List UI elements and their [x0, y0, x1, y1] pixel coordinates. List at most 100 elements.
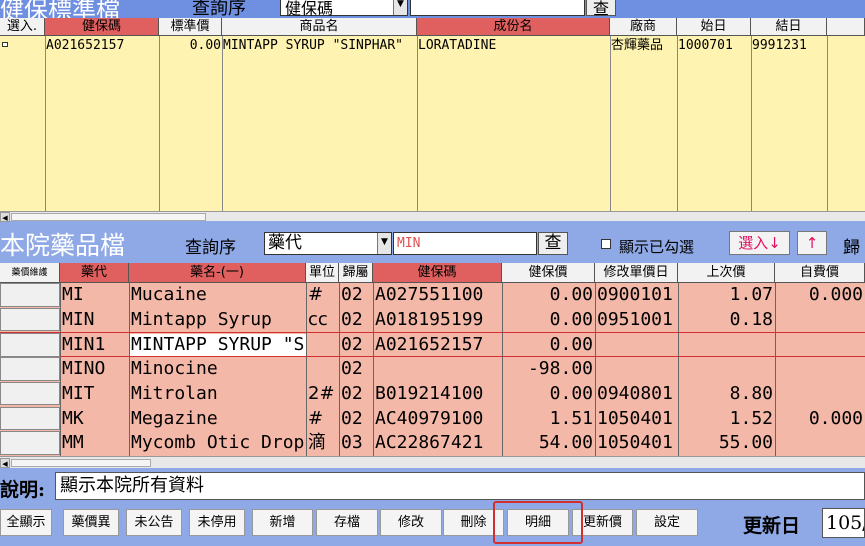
cell-end-date[interactable]: 9991231: [752, 37, 826, 55]
cell-nhi[interactable]: AC22867421: [374, 431, 502, 456]
col-self-price[interactable]: 自費價: [775, 263, 865, 283]
col-start-date[interactable]: 始日: [677, 18, 751, 36]
mid-query-input[interactable]: MIN: [393, 232, 537, 255]
cell-name[interactable]: Minocine: [130, 357, 306, 382]
cell-group[interactable]: 02: [340, 357, 373, 382]
chevron-down-icon[interactable]: ▼: [393, 0, 407, 15]
scroll-left-icon[interactable]: ◀: [0, 458, 10, 468]
top-query-select[interactable]: 健保碼 ▼: [280, 0, 408, 18]
cell-nhi-code[interactable]: A021652157: [46, 37, 158, 55]
cell-self[interactable]: 0.000: [776, 407, 865, 432]
cell-product-name[interactable]: MINTAPP SYRUP "SINPHAR": [223, 37, 416, 55]
cell-date[interactable]: [596, 357, 678, 382]
table-row[interactable]: MIN Mintapp Syrup cc 02 A018195199 0.00 095100…: [0, 307, 865, 333]
cell-code[interactable]: MM: [61, 431, 129, 456]
cell-date[interactable]: 1050401: [596, 407, 678, 432]
cell-unit[interactable]: 2#: [307, 382, 339, 407]
cell-last[interactable]: 55.00: [679, 431, 775, 456]
cell-name[interactable]: Megazine: [130, 407, 306, 432]
cell-self[interactable]: [776, 308, 865, 333]
cell-unit[interactable]: [307, 333, 339, 358]
cell-self[interactable]: 0.000: [776, 283, 865, 308]
table-row[interactable]: MI Mucaine #02 A027551100 0.00 0900101 1.07 0.0…: [0, 283, 865, 308]
add-button[interactable]: 新增: [252, 509, 313, 536]
cell-unit[interactable]: 滴: [307, 431, 339, 456]
cell-code[interactable]: MI: [61, 283, 129, 308]
col-nhi-code-2[interactable]: 健保碼: [373, 263, 502, 283]
table-row[interactable]: MINO Minocine 02 -98.00: [0, 357, 865, 382]
cell-last[interactable]: 1.07: [679, 283, 775, 308]
lower-horizontal-scrollbar[interactable]: ◀: [0, 456, 865, 468]
show-checked-checkbox[interactable]: [601, 239, 611, 249]
cell-self[interactable]: [776, 382, 865, 407]
col-product-name[interactable]: 商品名: [222, 18, 417, 36]
cell-last[interactable]: 1.52: [679, 407, 775, 432]
cell-name[interactable]: MINTAPP SYRUP "SI: [130, 334, 306, 357]
cell-price[interactable]: 1.51: [503, 407, 595, 432]
scroll-thumb[interactable]: [11, 213, 206, 221]
cell-vendor[interactable]: 杏輝藥品: [611, 37, 677, 55]
save-button[interactable]: 存檔: [316, 509, 378, 536]
cell-group[interactable]: 02: [340, 382, 373, 407]
cell-group[interactable]: 02: [340, 283, 373, 308]
top-query-input[interactable]: [410, 0, 585, 16]
return-button[interactable]: 歸: [843, 233, 860, 258]
col-ingredient[interactable]: 成份名: [417, 18, 610, 36]
cell-name[interactable]: Mitrolan: [130, 382, 306, 407]
scroll-thumb[interactable]: [11, 459, 151, 467]
not-disabled-button[interactable]: 未停用: [189, 509, 245, 536]
cell-price[interactable]: 0.00: [503, 308, 595, 333]
table-row[interactable]: MIT Mitrolan 2# 02 B019214100 0.00 0940801 8.80: [0, 381, 865, 407]
row-price-maint-cell[interactable]: [0, 431, 60, 455]
show-all-button[interactable]: 全顯示: [0, 509, 52, 536]
cell-date[interactable]: 0900101: [596, 283, 678, 308]
cell-name[interactable]: Mycomb Otic Drop: [130, 431, 306, 456]
col-standard-price[interactable]: 標準價: [159, 18, 222, 36]
cell-unit[interactable]: cc: [307, 308, 339, 333]
row-price-maint-cell[interactable]: [0, 307, 60, 332]
row-select-checkbox[interactable]: [2, 42, 8, 47]
price-diff-button[interactable]: 藥價異: [63, 509, 119, 536]
col-price-date[interactable]: 修改單價日: [595, 263, 678, 283]
col-drug-code[interactable]: 藥代: [60, 263, 129, 283]
col-drug-name[interactable]: 藥名-(一): [129, 263, 306, 283]
scroll-left-icon[interactable]: ◀: [0, 212, 10, 222]
col-unit[interactable]: 單位: [306, 263, 339, 283]
cell-price[interactable]: 0.00: [503, 382, 595, 407]
cell-name[interactable]: Mucaine: [130, 283, 306, 308]
cell-nhi[interactable]: A018195199: [374, 308, 502, 333]
cell-self[interactable]: [776, 431, 865, 456]
col-end-date[interactable]: 結日: [751, 18, 827, 36]
cell-start-date[interactable]: 1000701: [678, 37, 750, 55]
cell-last[interactable]: 0.18: [679, 308, 775, 333]
mid-query-button[interactable]: 查: [538, 232, 568, 255]
cell-code[interactable]: MK: [61, 407, 129, 432]
cell-nhi[interactable]: AC40979100: [374, 407, 502, 432]
cell-nhi[interactable]: A021652157: [374, 333, 502, 358]
col-nhi-price[interactable]: 健保價: [502, 263, 595, 283]
row-price-maint-cell[interactable]: [0, 333, 60, 358]
cell-standard-price[interactable]: 0.00: [160, 37, 221, 55]
top-horizontal-scrollbar[interactable]: ◀: [0, 211, 865, 222]
unannounced-button[interactable]: 未公告: [126, 509, 182, 536]
row-price-maint-cell[interactable]: [0, 283, 60, 307]
cell-date[interactable]: [596, 333, 678, 358]
cell-date[interactable]: 0951001: [596, 308, 678, 333]
cell-date[interactable]: 0940801: [596, 382, 678, 407]
cell-unit[interactable]: [307, 357, 339, 382]
cell-price[interactable]: 0.00: [503, 283, 595, 308]
cell-group[interactable]: 02: [340, 407, 373, 432]
cell-group[interactable]: 02: [340, 333, 373, 358]
cell-nhi[interactable]: A027551100: [374, 283, 502, 308]
cell-nhi[interactable]: [374, 357, 502, 382]
cell-name[interactable]: Mintapp Syrup: [130, 308, 306, 333]
chevron-down-icon[interactable]: ▼: [377, 233, 391, 254]
row-price-maint-cell[interactable]: [0, 357, 60, 381]
cell-price[interactable]: 54.00: [503, 431, 595, 456]
row-price-maint-cell[interactable]: [0, 381, 60, 406]
update-date-field[interactable]: 105/: [822, 508, 865, 538]
row-price-maint-cell[interactable]: [0, 406, 60, 431]
select-down-button[interactable]: 選入↓: [729, 231, 790, 255]
cell-group[interactable]: 02: [340, 308, 373, 333]
cell-last[interactable]: 8.80: [679, 382, 775, 407]
